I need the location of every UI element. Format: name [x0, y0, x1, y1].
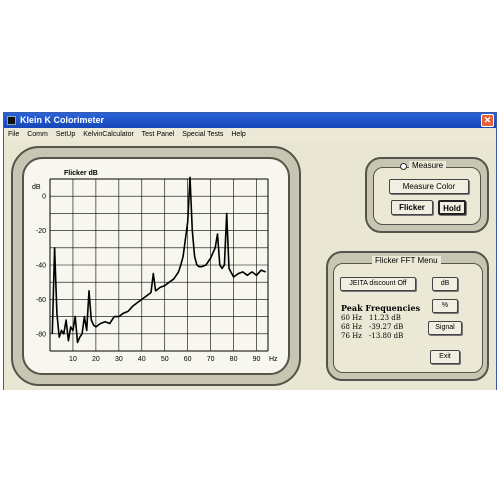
menu-setup[interactable]: SetUp: [56, 131, 75, 138]
flicker-button[interactable]: Flicker: [391, 200, 433, 215]
title-bar[interactable]: Klein K Colorimeter ✕: [4, 113, 496, 128]
x-tick-label: 60: [184, 356, 192, 363]
chart-title: Flicker dB: [64, 170, 98, 177]
fft-menu-title: Flicker FFT Menu: [372, 256, 441, 265]
peak-value: 11.23 dB: [369, 314, 401, 322]
hold-button[interactable]: Hold: [438, 200, 466, 215]
x-tick-label: 80: [230, 356, 238, 363]
x-axis-label: Hz: [269, 356, 278, 363]
y-tick-label: -20: [36, 228, 46, 235]
percent-button[interactable]: %: [432, 299, 458, 313]
x-tick-label: 20: [92, 356, 100, 363]
measure-panel: Measure Measure Color Flicker Hold: [365, 157, 489, 233]
app-icon: [7, 116, 16, 125]
peak-freq: 76 Hz: [341, 332, 362, 340]
x-tick-label: 50: [161, 356, 169, 363]
db-button[interactable]: dB: [432, 277, 458, 291]
close-button[interactable]: ✕: [481, 114, 494, 127]
measure-color-button[interactable]: Measure Color: [389, 179, 469, 194]
peak-frequencies: Peak Frequencies 60 Hz 11.23 dB 68 Hz -3…: [341, 303, 420, 341]
menu-comm[interactable]: Comm: [27, 131, 48, 138]
menu-test-panel[interactable]: Test Panel: [142, 131, 175, 138]
peak-freq: 60 Hz: [341, 314, 362, 322]
peak-value: -39.27 dB: [369, 323, 404, 331]
peak-row: 68 Hz -39.27 dB: [341, 323, 420, 332]
x-tick-label: 30: [115, 356, 123, 363]
flicker-chart: Flicker dB dB 10 20 30 40 50 60 70 80 90 0 -20 -40 -…: [32, 170, 278, 363]
signal-button[interactable]: Signal: [428, 321, 462, 335]
window-title: Klein K Colorimeter: [20, 115, 105, 125]
app-window: Klein K Colorimeter ✕ File Comm SetUp Ke…: [3, 112, 497, 390]
y-tick-label: 0: [42, 194, 46, 201]
x-tick-label: 70: [207, 356, 215, 363]
menu-special-tests[interactable]: Special Tests: [182, 131, 223, 138]
client-area: Flicker dB dB 10 20 30 40 50 60 70 80 90 0 -20 -40 -…: [4, 141, 496, 390]
y-tick-label: -80: [36, 331, 46, 338]
fft-menu-panel: Flicker FFT Menu JEITA discount Off dB %…: [326, 251, 489, 381]
x-tick-label: 10: [69, 356, 77, 363]
x-tick-label: 40: [138, 356, 146, 363]
y-axis-label: dB: [32, 184, 41, 191]
menu-bar: File Comm SetUp KelvinCalculator Test Pa…: [4, 128, 496, 141]
x-tick-label: 90: [253, 356, 261, 363]
y-tick-label: -60: [36, 297, 46, 304]
y-tick-label: -40: [36, 263, 46, 270]
measure-title: Measure: [409, 161, 447, 170]
peak-frequencies-title: Peak Frequencies: [341, 303, 421, 313]
menu-help[interactable]: Help: [231, 131, 245, 138]
peak-freq: 68 Hz: [341, 323, 362, 331]
menu-kelvin-calculator[interactable]: KelvinCalculator: [83, 131, 134, 138]
peak-row: 60 Hz 11.23 dB: [341, 314, 420, 323]
peak-value: -13.80 dB: [369, 332, 404, 340]
peak-row: 76 Hz -13.80 dB: [341, 332, 420, 341]
jeita-discount-button[interactable]: JEITA discount Off: [340, 277, 416, 291]
chart-frame: Flicker dB dB 10 20 30 40 50 60 70 80 90 0 -20 -40 -…: [22, 157, 290, 375]
chart-panel: Flicker dB dB 10 20 30 40 50 60 70 80 90 0 -20 -40 -…: [11, 146, 301, 386]
measure-panel-inner: [373, 167, 481, 225]
measure-radio[interactable]: [400, 163, 407, 170]
exit-button[interactable]: Exit: [430, 350, 460, 364]
menu-file[interactable]: File: [8, 131, 19, 138]
